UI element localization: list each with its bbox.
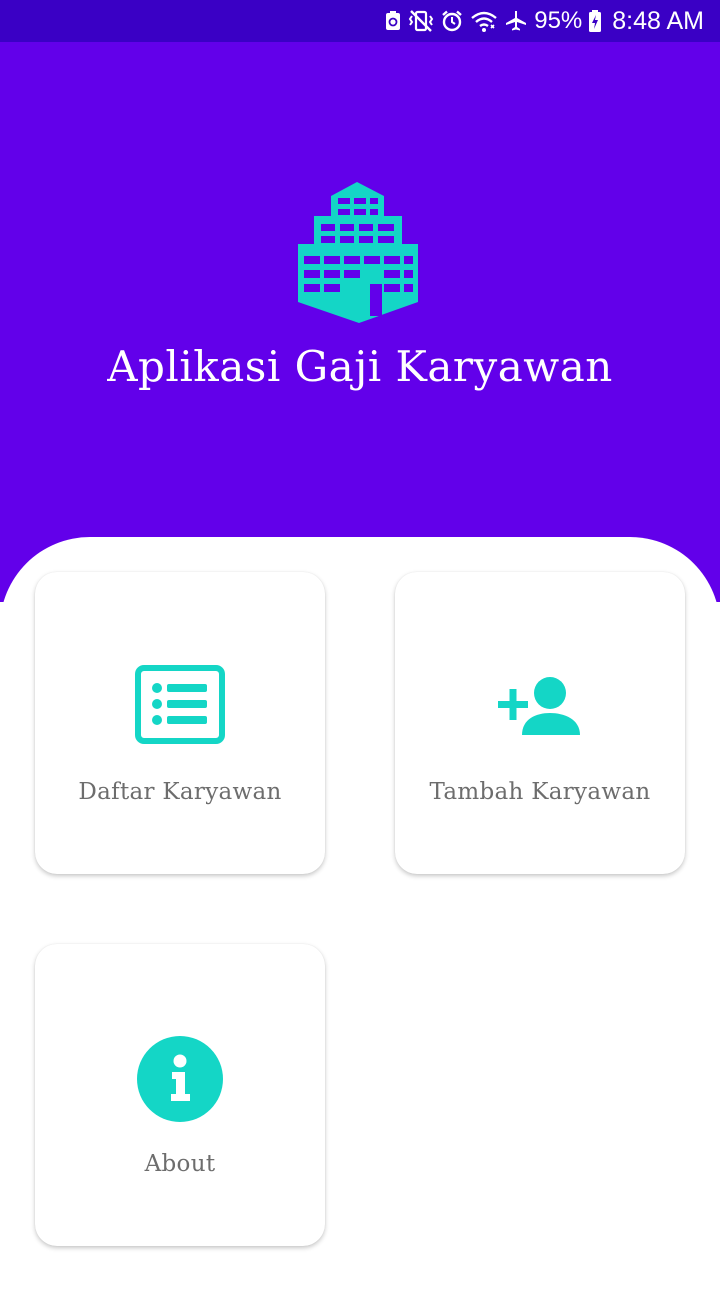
app-title: Aplikasi Gaji Karyawan (107, 342, 613, 391)
daftar-karyawan-label: Daftar Karyawan (78, 779, 282, 805)
alarm-icon (440, 9, 464, 33)
battery-charging-icon (588, 9, 602, 33)
clock: 8:48 AM (612, 7, 704, 35)
app-header: Aplikasi Gaji Karyawan (0, 42, 720, 602)
tambah-karyawan-card[interactable]: Tambah Karyawan (395, 572, 685, 874)
battery-percent: 95% (534, 7, 583, 34)
status-icons: 95% 8:48 AM (384, 0, 704, 42)
about-card[interactable]: About (35, 944, 325, 1246)
tambah-karyawan-label: Tambah Karyawan (429, 779, 651, 805)
menu-sheet: Daftar Karyawan Tambah Karyawan About (0, 537, 720, 1297)
recycle-battery-icon (384, 10, 402, 32)
add-person-icon (395, 675, 685, 737)
status-bar: 95% 8:48 AM (0, 0, 720, 42)
daftar-karyawan-card[interactable]: Daftar Karyawan (35, 572, 325, 874)
info-icon (35, 1036, 325, 1122)
airplane-icon (504, 9, 528, 33)
wifi-icon (470, 9, 498, 33)
about-label: About (144, 1151, 216, 1177)
vibrate-mute-icon (408, 9, 434, 33)
list-icon (35, 665, 325, 745)
building-icon (294, 182, 424, 324)
